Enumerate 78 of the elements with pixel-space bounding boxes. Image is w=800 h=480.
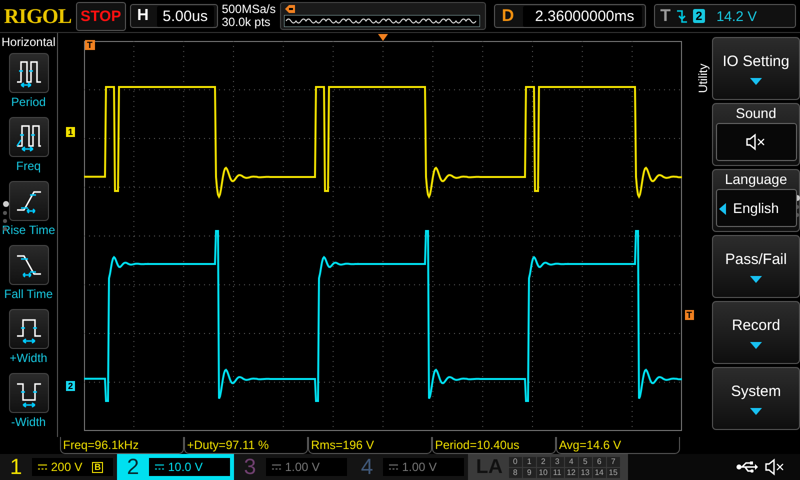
measure-label: -Width	[11, 415, 46, 430]
menu-label: Language	[724, 171, 788, 188]
digital-channel-indicator: 12	[564, 468, 578, 478]
caret-icon	[750, 342, 762, 349]
sound-toggle[interactable]	[716, 123, 796, 162]
digital-channel-indicator: 1	[522, 456, 536, 466]
digital-channel-indicator: 7	[606, 456, 620, 466]
measure-label: Freq	[16, 159, 41, 174]
menu-button[interactable]: Record	[712, 301, 800, 364]
digital-channel-indicator: 8	[508, 468, 522, 478]
usb-icon	[736, 461, 758, 473]
digital-channel-indicator: 2	[536, 456, 550, 466]
digital-channel-indicator: 6	[592, 456, 606, 466]
dc-coupling-icon	[272, 464, 281, 470]
dc-coupling-icon	[155, 464, 164, 470]
measure-label: +Width	[10, 351, 48, 366]
channel-scale: 10.0 V	[168, 460, 203, 474]
measure-label: Fall Time	[4, 287, 53, 302]
digital-channel-indicator: 4	[564, 456, 578, 466]
measure-button[interactable]	[8, 309, 48, 350]
falling-edge-icon	[676, 9, 688, 24]
measure-button[interactable]	[8, 373, 48, 414]
dc-coupling-icon	[389, 464, 398, 470]
digital-channel-indicator: 10	[536, 468, 550, 478]
channel-marker: 1	[66, 127, 76, 138]
sample-rate: 500MSa/s	[222, 3, 276, 16]
delay-value: 2.36000000ms	[523, 6, 642, 27]
channel-marker: 2	[66, 381, 76, 392]
digital-channel-indicator: 3	[550, 456, 564, 466]
digital-channel-indicator: 0	[508, 456, 522, 466]
menu-button[interactable]: IO Setting	[712, 37, 800, 100]
channel-scale: 1.00 V	[285, 460, 320, 474]
trigger-label: T	[660, 6, 671, 26]
channel-scale: 200 V	[51, 460, 82, 474]
measure-button[interactable]	[8, 245, 48, 286]
menu-button[interactable]: System	[712, 367, 800, 430]
delay-label: D	[500, 6, 516, 26]
caret-icon	[750, 78, 762, 85]
digital-channel-indicator: 13	[578, 468, 592, 478]
channel-scale: 1.00 V	[402, 460, 437, 474]
caret-icon	[750, 408, 762, 415]
channel-number: 4	[360, 454, 374, 480]
digital-channel-indicator: 15	[606, 468, 620, 478]
channel-button[interactable]: 4 1.00 V	[351, 454, 468, 480]
channel-number: 3	[242, 454, 258, 480]
caret-icon	[750, 276, 762, 283]
digital-channel-indicator: 9	[522, 468, 536, 478]
channel-button[interactable]: 3 1.00 V	[234, 454, 351, 480]
channel-button[interactable]: 1 200 V B	[0, 454, 117, 480]
digital-channel-indicator: 5	[578, 456, 592, 466]
measure-button[interactable]	[8, 53, 48, 94]
trigger-level: 14.2 V	[716, 8, 757, 24]
measure-label: Rise Time	[2, 223, 56, 238]
digital-channel-indicator: 11	[550, 468, 564, 478]
bandwidth-limit-badge: B	[92, 462, 103, 472]
digital-channel-indicator: 14	[592, 468, 606, 478]
timebase-value: 5.00us	[156, 6, 214, 27]
run-stop-button[interactable]: STOP	[76, 2, 126, 31]
channel-number: 2	[126, 454, 140, 480]
measure-label: Period	[11, 95, 46, 110]
menu-title: Horizontal	[1, 34, 56, 52]
brand-logo: RIGOL	[4, 4, 72, 29]
trigger-source: 2	[692, 9, 706, 24]
channel-button[interactable]: 2 10.0 V	[117, 454, 234, 480]
left-arrow-icon	[718, 203, 726, 216]
trigger-position-icon	[284, 5, 296, 14]
memory-depth: 30.0k pts	[222, 16, 272, 30]
language-select[interactable]: English	[716, 189, 796, 228]
dc-coupling-icon	[38, 464, 47, 470]
menu-title: Utility	[696, 62, 710, 94]
timebase-label: H	[136, 7, 150, 26]
measure-button[interactable]	[8, 117, 48, 158]
trigger-marker: T	[85, 40, 94, 50]
channel-number: 1	[8, 454, 24, 480]
menu-button[interactable]: Pass/Fail	[712, 235, 800, 298]
menu-label: Sound	[736, 105, 776, 122]
trigger-marker: T	[684, 310, 694, 320]
measure-button[interactable]	[8, 181, 48, 222]
